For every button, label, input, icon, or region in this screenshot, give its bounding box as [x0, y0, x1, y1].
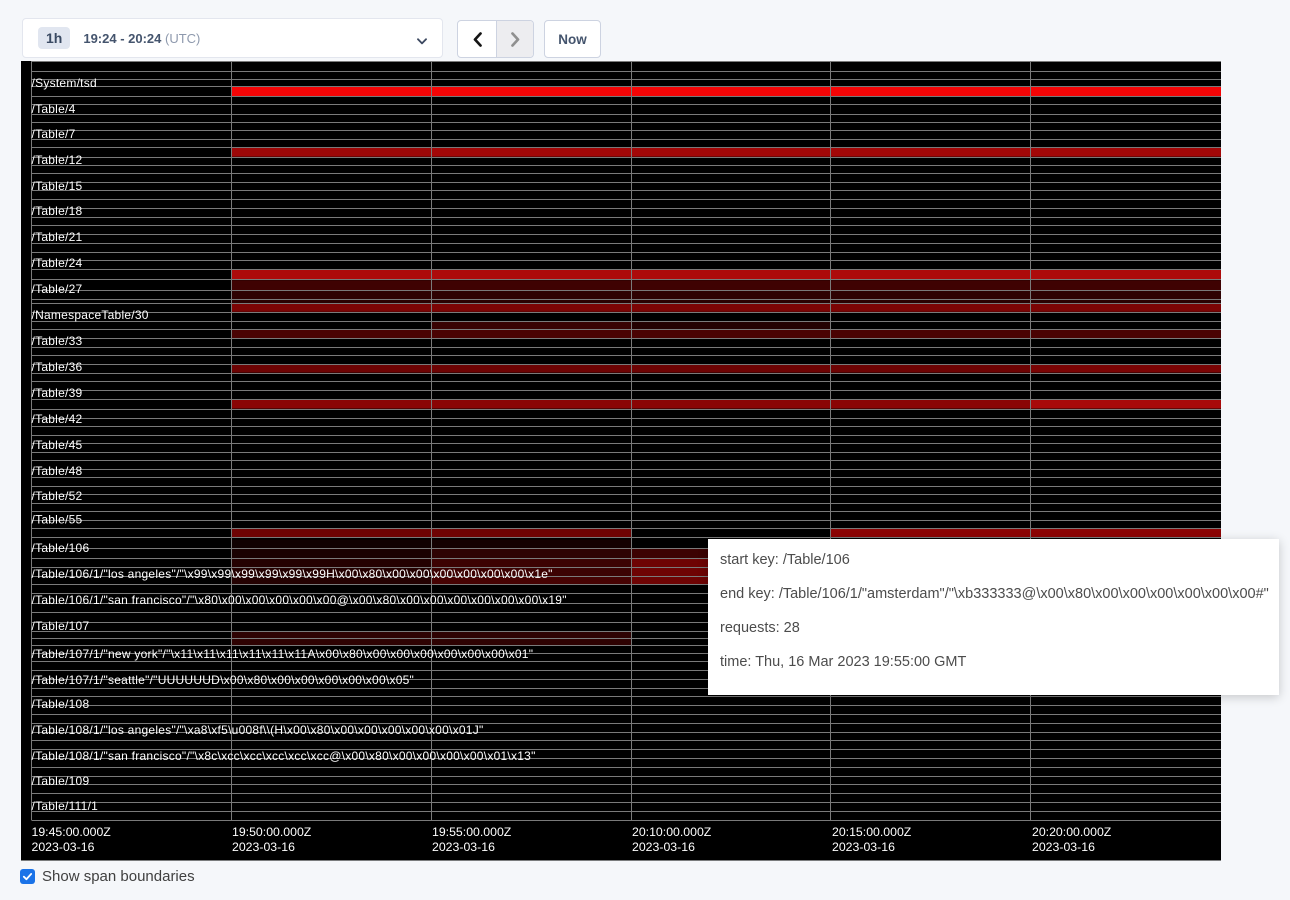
- svg-text:/Table/109: /Table/109: [32, 774, 90, 788]
- svg-text:/Table/36: /Table/36: [32, 360, 83, 374]
- svg-text:/Table/108: /Table/108: [32, 697, 90, 711]
- svg-text:2023-03-16: 2023-03-16: [1032, 840, 1095, 854]
- svg-text:19:45:00.000Z: 19:45:00.000Z: [32, 825, 112, 839]
- svg-text:/Table/107: /Table/107: [32, 619, 90, 633]
- svg-text:2023-03-16: 2023-03-16: [32, 840, 95, 854]
- svg-text:/Table/45: /Table/45: [32, 438, 83, 452]
- svg-text:/Table/4: /Table/4: [32, 102, 76, 116]
- svg-text:/Table/12: /Table/12: [32, 153, 83, 167]
- svg-text:2023-03-16: 2023-03-16: [432, 840, 495, 854]
- svg-text:/Table/106/1/"san francisco"/": /Table/106/1/"san francisco"/"\x80\x00\x…: [32, 593, 567, 607]
- svg-text:/Table/107/1/"seattle"/"UUUUUU: /Table/107/1/"seattle"/"UUUUUUD\x00\x80\…: [32, 673, 415, 687]
- svg-text:/Table/7: /Table/7: [32, 127, 76, 141]
- svg-text:/System/tsd: /System/tsd: [32, 76, 97, 90]
- svg-text:/Table/106: /Table/106: [32, 541, 90, 555]
- svg-text:/Table/108/1/"san francisco"/": /Table/108/1/"san francisco"/"\x8c\xcc\x…: [32, 749, 536, 763]
- svg-text:/Table/107/1/"new york"/"\x11\: /Table/107/1/"new york"/"\x11\x11\x11\x1…: [32, 647, 534, 661]
- svg-text:20:20:00.000Z: 20:20:00.000Z: [1032, 825, 1112, 839]
- svg-text:/Table/52: /Table/52: [32, 489, 83, 503]
- svg-text:/Table/21: /Table/21: [32, 230, 83, 244]
- svg-text:/Table/111/1: /Table/111/1: [32, 799, 99, 813]
- svg-text:2023-03-16: 2023-03-16: [232, 840, 295, 854]
- svg-text:/Table/108/1/"los angeles"/"\x: /Table/108/1/"los angeles"/"\xa8\xf5\u00…: [32, 723, 484, 737]
- svg-text:20:15:00.000Z: 20:15:00.000Z: [832, 825, 912, 839]
- svg-text:/Table/48: /Table/48: [32, 464, 83, 478]
- svg-text:2023-03-16: 2023-03-16: [632, 840, 695, 854]
- svg-text:20:10:00.000Z: 20:10:00.000Z: [632, 825, 712, 839]
- svg-text:/Table/33: /Table/33: [32, 334, 83, 348]
- svg-text:/Table/24: /Table/24: [32, 256, 83, 270]
- svg-text:/Table/15: /Table/15: [32, 179, 83, 193]
- svg-text:19:55:00.000Z: 19:55:00.000Z: [432, 825, 512, 839]
- svg-text:/Table/18: /Table/18: [32, 204, 83, 218]
- svg-text:19:50:00.000Z: 19:50:00.000Z: [232, 825, 312, 839]
- svg-text:/Table/42: /Table/42: [32, 412, 83, 426]
- svg-text:/Table/55: /Table/55: [32, 513, 83, 527]
- svg-text:/Table/27: /Table/27: [32, 282, 83, 296]
- svg-text:/Table/39: /Table/39: [32, 386, 83, 400]
- svg-text:/NamespaceTable/30: /NamespaceTable/30: [32, 308, 149, 322]
- svg-text:/Table/106/1/"los angeles"/"\x: /Table/106/1/"los angeles"/"\x99\x99\x99…: [32, 567, 553, 581]
- svg-text:2023-03-16: 2023-03-16: [832, 840, 895, 854]
